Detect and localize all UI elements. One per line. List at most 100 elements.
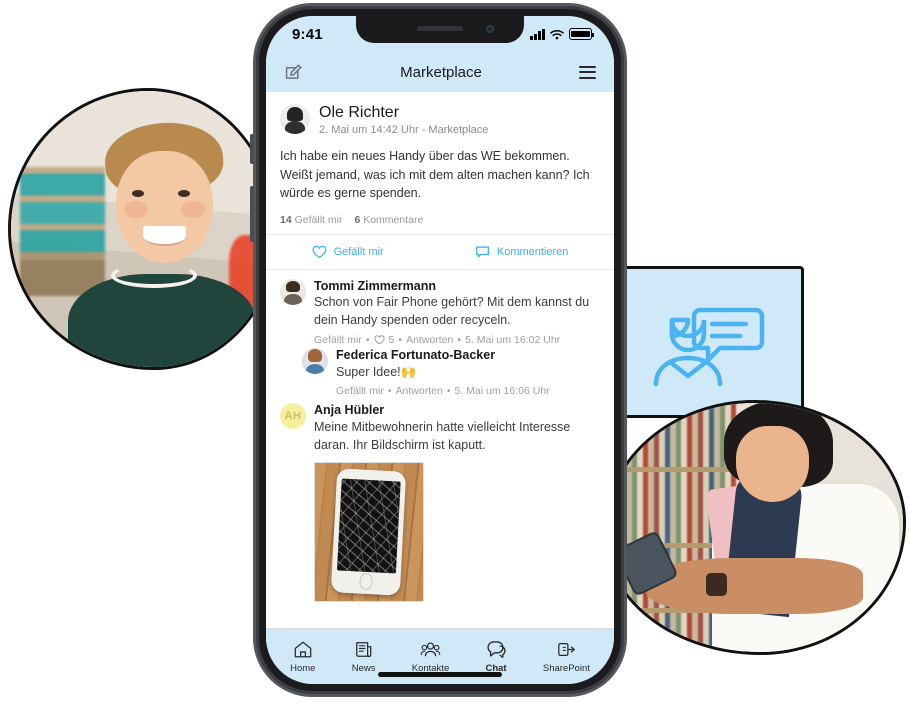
tab-home[interactable]: Home bbox=[290, 640, 315, 674]
meta-separator: • bbox=[387, 385, 392, 398]
tab-chat[interactable]: Chat bbox=[485, 640, 507, 674]
news-icon bbox=[355, 641, 371, 657]
comment-count-label: Kommentare bbox=[363, 213, 424, 226]
comments-list: Tommi Zimmermann Schon von Fair Phone ge… bbox=[266, 270, 614, 603]
like-count-value: 14 bbox=[280, 213, 292, 226]
compose-edit-glyph bbox=[285, 64, 302, 79]
tab-label: Home bbox=[290, 662, 316, 674]
comment-text-value: Super Idee! bbox=[336, 364, 401, 379]
post-action-bar: Gefällt mir Kommentieren bbox=[266, 235, 614, 269]
battery-icon bbox=[569, 28, 595, 40]
comment-timestamp: 5. Mai um 16:02 Uhr bbox=[465, 333, 561, 346]
comment-author[interactable]: Anja Hübler bbox=[314, 403, 600, 419]
comment-count-value: 6 bbox=[354, 213, 361, 226]
earpiece-speaker bbox=[417, 26, 463, 31]
avatar-initials[interactable]: AH bbox=[280, 403, 306, 430]
bookshelf-background bbox=[19, 167, 106, 297]
comment-text: Meine Mitbewohnerin hatte vielleicht Int… bbox=[314, 419, 571, 452]
wifi-icon bbox=[550, 29, 564, 39]
screenshot-stage: 9:41 Marketplace Ole Richter 2. Mai um 1… bbox=[0, 0, 909, 702]
avatar[interactable] bbox=[280, 278, 306, 305]
white-smartphone bbox=[331, 468, 407, 597]
front-camera-icon bbox=[486, 25, 494, 33]
decor-left-portrait-photo bbox=[8, 88, 278, 370]
left-eye bbox=[132, 189, 145, 197]
avatar[interactable] bbox=[280, 104, 310, 134]
compose-edit-icon[interactable] bbox=[284, 63, 303, 82]
tab-label: SharePoint bbox=[542, 662, 590, 674]
app-header: Marketplace bbox=[266, 52, 614, 92]
tab-kontakte[interactable]: Kontakte bbox=[412, 640, 449, 674]
chat-icon bbox=[486, 640, 506, 658]
decor-right-people-photo bbox=[603, 400, 906, 655]
decor-illustration-card bbox=[612, 266, 804, 418]
comment-item: Federica Fortunato-Backer Super Idee!🙌 G… bbox=[302, 347, 600, 397]
shattered-screen bbox=[337, 478, 402, 574]
feed-scroll-area[interactable]: Ole Richter 2. Mai um 14:42 Uhr - Market… bbox=[266, 92, 614, 628]
post-card: Ole Richter 2. Mai um 14:42 Uhr - Market… bbox=[266, 92, 614, 226]
comment-author[interactable]: Tommi Zimmermann bbox=[314, 279, 600, 295]
sweater-collar bbox=[110, 262, 197, 288]
meta-separator: • bbox=[365, 333, 370, 346]
avatar[interactable] bbox=[302, 347, 328, 374]
right-cheek bbox=[180, 201, 205, 218]
phone-home-button bbox=[359, 572, 374, 592]
phone-mockup: 9:41 Marketplace Ole Richter 2. Mai um 1… bbox=[250, 6, 624, 694]
meta-separator: • bbox=[457, 333, 462, 346]
comment-bubble-icon bbox=[475, 246, 489, 258]
broken-phone-photo[interactable] bbox=[314, 462, 424, 603]
comment-reply-action[interactable]: Antworten bbox=[396, 385, 443, 397]
comment-heart-count: 5 bbox=[388, 333, 395, 346]
portrait-smiling-man-image bbox=[11, 91, 275, 367]
shelf-line bbox=[606, 466, 743, 472]
phone-screen: 9:41 Marketplace Ole Richter 2. Mai um 1… bbox=[266, 16, 614, 684]
sharepoint-icon bbox=[558, 642, 575, 656]
like-button-label: Gefällt mir bbox=[333, 245, 384, 258]
page-title: Marketplace bbox=[400, 63, 482, 81]
hamburger-menu-icon[interactable] bbox=[578, 65, 596, 79]
wristwatch bbox=[706, 573, 728, 596]
status-icons bbox=[530, 28, 595, 40]
post-timestamp: 2. Mai um 14:42 Uhr - Marketplace bbox=[319, 124, 489, 137]
post-body-text: Ich habe ein neues Handy über das WE bek… bbox=[280, 149, 590, 200]
home-icon bbox=[294, 641, 312, 657]
woman-face bbox=[736, 426, 809, 503]
comment-text: Schon von Fair Phone gehört? Mit dem kan… bbox=[314, 295, 590, 328]
meta-separator: • bbox=[446, 385, 451, 398]
heart-icon bbox=[373, 335, 385, 345]
comment-button-label: Kommentieren bbox=[496, 245, 569, 258]
comment-count[interactable]: 6 Kommentare bbox=[354, 214, 423, 226]
post-counts: 14 Gefällt mir 6 Kommentare bbox=[280, 214, 600, 226]
two-people-looking-at-phone-image bbox=[606, 403, 903, 652]
phone-notch bbox=[356, 16, 524, 43]
contacts-icon bbox=[420, 641, 441, 656]
right-eye bbox=[177, 189, 190, 197]
cellular-signal-icon bbox=[530, 28, 545, 40]
comment-like-action[interactable]: Gefällt mir bbox=[336, 385, 384, 397]
comment-item: AH Anja Hübler Meine Mitbewohnerin hatte… bbox=[280, 403, 600, 603]
like-button[interactable]: Gefällt mir bbox=[312, 245, 384, 259]
post-author-name[interactable]: Ole Richter bbox=[319, 104, 488, 122]
comment-body: Tommi Zimmermann Schon von Fair Phone ge… bbox=[314, 279, 600, 346]
comment-meta: Gefällt mir • Antworten • 5. Mai um 16:0… bbox=[336, 385, 600, 397]
like-count[interactable]: 14 Gefällt mir bbox=[280, 214, 342, 226]
tab-sharepoint[interactable]: SharePoint bbox=[543, 640, 590, 674]
post-author-block: Ole Richter 2. Mai um 14:42 Uhr - Market… bbox=[319, 104, 488, 136]
tab-label: News bbox=[351, 662, 376, 674]
home-indicator[interactable] bbox=[378, 672, 502, 677]
status-clock: 9:41 bbox=[292, 25, 323, 43]
green-sweater bbox=[67, 273, 256, 367]
heart-icon bbox=[312, 245, 326, 258]
comment-meta: Gefällt mir • 5 • Antworten • 5. Mai um … bbox=[314, 334, 600, 346]
comment-text: Super Idee!🙌 bbox=[336, 364, 600, 382]
comment-timestamp: 5. Mai um 16:06 Uhr bbox=[454, 385, 550, 398]
post-header: Ole Richter 2. Mai um 14:42 Uhr - Market… bbox=[280, 104, 600, 136]
raised-hands-emoji-icon: 🙌 bbox=[400, 364, 417, 379]
comment-button[interactable]: Kommentieren bbox=[475, 245, 569, 259]
forearm bbox=[646, 557, 863, 614]
comment-like-action[interactable]: Gefällt mir bbox=[314, 334, 362, 346]
tab-news[interactable]: News bbox=[351, 640, 376, 674]
comment-body: Federica Fortunato-Backer Super Idee!🙌 G… bbox=[336, 348, 600, 397]
comment-reply-action[interactable]: Antworten bbox=[406, 334, 453, 346]
comment-author[interactable]: Federica Fortunato-Backer bbox=[336, 348, 600, 364]
